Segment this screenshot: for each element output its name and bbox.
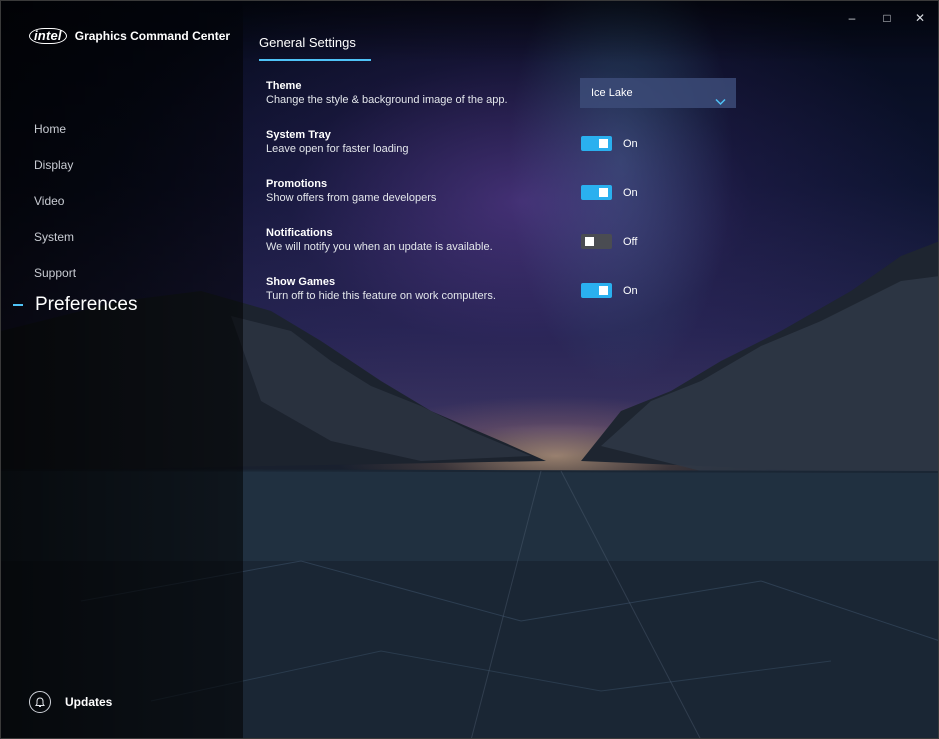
promotions-toggle[interactable] <box>581 185 612 200</box>
system-tray-toggle[interactable] <box>581 136 612 151</box>
sidebar-item-home[interactable]: Home <box>34 119 76 155</box>
toggle-knob <box>585 237 594 246</box>
close-button[interactable]: ✕ <box>910 11 930 25</box>
setting-title: Promotions <box>266 178 328 190</box>
notifications-toggle-row: Off <box>581 234 637 249</box>
setting-show-games: Show Games Turn off to hide this feature… <box>266 275 626 304</box>
toggle-state-label: On <box>623 186 638 199</box>
setting-system-tray: System Tray Leave open for faster loadin… <box>266 128 626 157</box>
maximize-button[interactable]: □ <box>877 11 897 25</box>
setting-description: Change the style & background image of t… <box>266 94 508 106</box>
tab-general-settings[interactable]: General Settings <box>259 35 356 50</box>
notifications-toggle[interactable] <box>581 234 612 249</box>
minimize-button[interactable]: – <box>842 11 862 25</box>
setting-title: Notifications <box>266 227 333 239</box>
setting-description: Show offers from game developers <box>266 192 437 204</box>
app-title: Graphics Command Center <box>74 29 231 43</box>
setting-notifications: Notifications We will notify you when an… <box>266 226 626 255</box>
setting-title: System Tray <box>266 129 331 141</box>
setting-description: We will notify you when an update is ava… <box>266 241 493 253</box>
show-games-toggle-row: On <box>581 283 638 298</box>
toggle-knob <box>599 188 608 197</box>
toggle-knob <box>599 286 608 295</box>
promotions-toggle-row: On <box>581 185 638 200</box>
setting-promotions: Promotions Show offers from game develop… <box>266 177 626 206</box>
bell-icon <box>29 691 51 713</box>
app-logo: intel Graphics Command Center <box>29 28 230 44</box>
toggle-state-label: Off <box>623 235 638 248</box>
sidebar-item-preferences[interactable]: Preferences <box>13 294 137 316</box>
show-games-toggle[interactable] <box>581 283 612 298</box>
intel-logo: intel <box>29 28 67 44</box>
theme-dropdown[interactable]: Ice Lake <box>580 78 736 108</box>
app-window: intel Graphics Command Center – □ ✕ Home… <box>0 0 939 739</box>
toggle-knob <box>599 139 608 148</box>
sidebar-item-label: Preferences <box>35 294 138 315</box>
sidebar-item-system[interactable]: System <box>34 227 76 263</box>
setting-title: Show Games <box>266 276 336 288</box>
toggle-state-label: On <box>623 137 638 150</box>
chevron-down-icon <box>715 88 726 118</box>
sidebar-item-video[interactable]: Video <box>34 191 76 227</box>
updates-button[interactable]: Updates <box>29 691 112 713</box>
setting-description: Leave open for faster loading <box>266 143 409 155</box>
updates-label: Updates <box>65 695 113 709</box>
active-indicator <box>13 304 23 306</box>
toggle-state-label: On <box>623 284 638 297</box>
theme-dropdown-value: Ice Lake <box>591 87 633 99</box>
setting-description: Turn off to hide this feature on work co… <box>266 290 496 302</box>
sidebar-nav: Home Display Video System Support <box>34 119 76 299</box>
setting-theme: Theme Change the style & background imag… <box>266 79 626 108</box>
sidebar-item-display[interactable]: Display <box>34 155 76 191</box>
setting-title: Theme <box>266 80 302 92</box>
system-tray-toggle-row: On <box>581 136 638 151</box>
header-shade <box>243 1 938 63</box>
sidebar-panel <box>1 1 243 738</box>
tab-active-underline <box>259 59 371 61</box>
